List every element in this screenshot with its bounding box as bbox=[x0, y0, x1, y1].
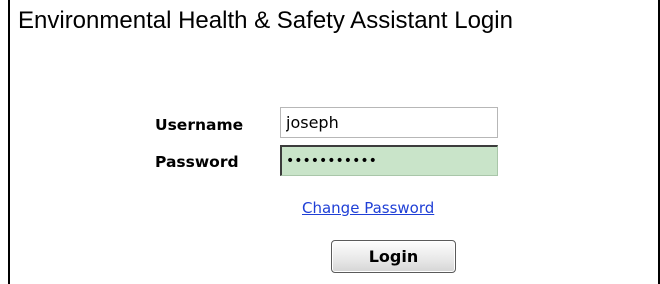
username-label: Username bbox=[155, 116, 244, 134]
password-input[interactable] bbox=[280, 145, 498, 176]
username-input[interactable] bbox=[280, 107, 498, 138]
password-label: Password bbox=[155, 153, 239, 171]
login-button[interactable]: Login bbox=[331, 240, 456, 273]
login-window: Environmental Health & Safety Assistant … bbox=[8, 0, 660, 284]
change-password-link[interactable]: Change Password bbox=[302, 198, 434, 218]
page-title: Environmental Health & Safety Assistant … bbox=[18, 7, 513, 34]
